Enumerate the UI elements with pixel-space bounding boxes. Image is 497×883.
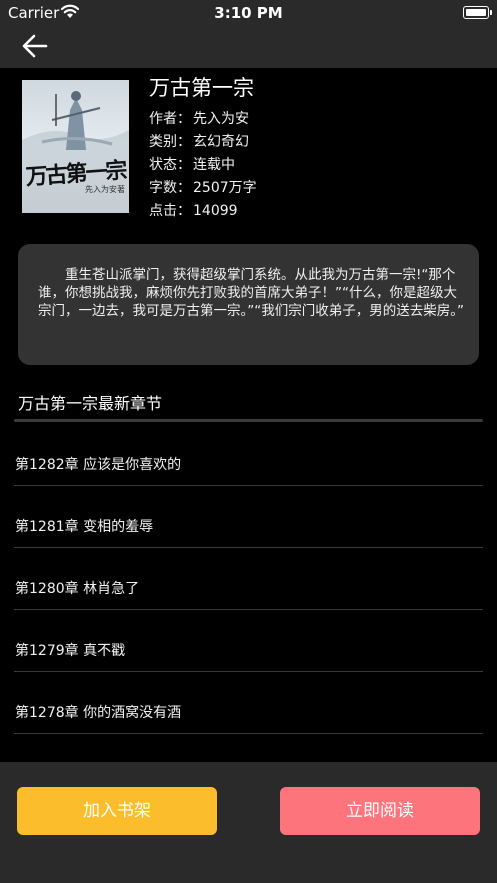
info-value: 玄幻奇幻 — [193, 134, 249, 150]
book-author: 作者： 先入为安 — [149, 108, 249, 128]
book-title: 万古第一宗 — [149, 76, 254, 100]
chapter-title: 第1281章 变相的羞辱 — [15, 519, 154, 535]
info-value: 14099 — [193, 203, 238, 219]
chapter-item[interactable]: 第1282章 应该是你喜欢的 — [14, 424, 483, 486]
chapter-item[interactable]: 第1278章 你的酒窝没有酒 — [14, 672, 483, 734]
chapter-title: 第1280章 林肖急了 — [15, 581, 140, 597]
chapter-title: 第1282章 应该是你喜欢的 — [15, 457, 182, 473]
info-label: 字数： — [149, 180, 191, 196]
info-label: 点击： — [149, 203, 191, 219]
chapter-title: 第1279章 真不戳 — [15, 643, 126, 659]
chapter-item[interactable]: 第1280章 林肖急了 — [14, 548, 483, 610]
info-value: 连载中 — [193, 157, 235, 173]
status-bar: Carrier 3:10 PM — [0, 0, 497, 26]
read-now-button[interactable]: 立即阅读 — [280, 787, 480, 835]
book-category: 类别： 玄幻奇幻 — [149, 131, 249, 151]
bottom-action-bar: 加入书架 立即阅读 — [0, 762, 497, 883]
book-clicks: 点击： 14099 — [149, 200, 238, 220]
navigation-bar — [0, 26, 497, 68]
section-divider — [14, 419, 483, 422]
book-intro: 重生苍山派掌门，获得超级掌门系统。从此我为万古第一宗!“那个谁，你想挑战我，麻烦… — [18, 244, 479, 365]
intro-text: 重生苍山派掌门，获得超级掌门系统。从此我为万古第一宗!“那个谁，你想挑战我，麻烦… — [38, 267, 464, 319]
chapter-title: 第1278章 你的酒窝没有酒 — [15, 705, 182, 721]
latest-chapters-title: 万古第一宗最新章节 — [18, 394, 163, 413]
add-to-shelf-button[interactable]: 加入书架 — [17, 787, 217, 835]
info-value: 先入为安 — [193, 111, 249, 127]
arrow-left-icon — [22, 34, 48, 58]
book-word-count: 字数： 2507万字 — [149, 177, 257, 197]
back-button[interactable] — [18, 30, 52, 64]
book-status: 状态： 连载中 — [149, 154, 235, 174]
battery-icon — [463, 6, 492, 19]
chapter-item[interactable]: 第1279章 真不戳 — [14, 610, 483, 672]
info-label: 类别： — [149, 134, 191, 150]
info-value: 2507万字 — [193, 180, 257, 196]
chapter-item[interactable]: 第1281章 变相的羞辱 — [14, 486, 483, 548]
clock: 3:10 PM — [214, 4, 283, 22]
cover-author: 先入为安著 — [85, 185, 125, 194]
info-label: 作者： — [149, 111, 191, 127]
book-cover[interactable]: 万古第一宗 先入为安著 — [22, 80, 129, 213]
info-label: 状态： — [149, 157, 191, 173]
